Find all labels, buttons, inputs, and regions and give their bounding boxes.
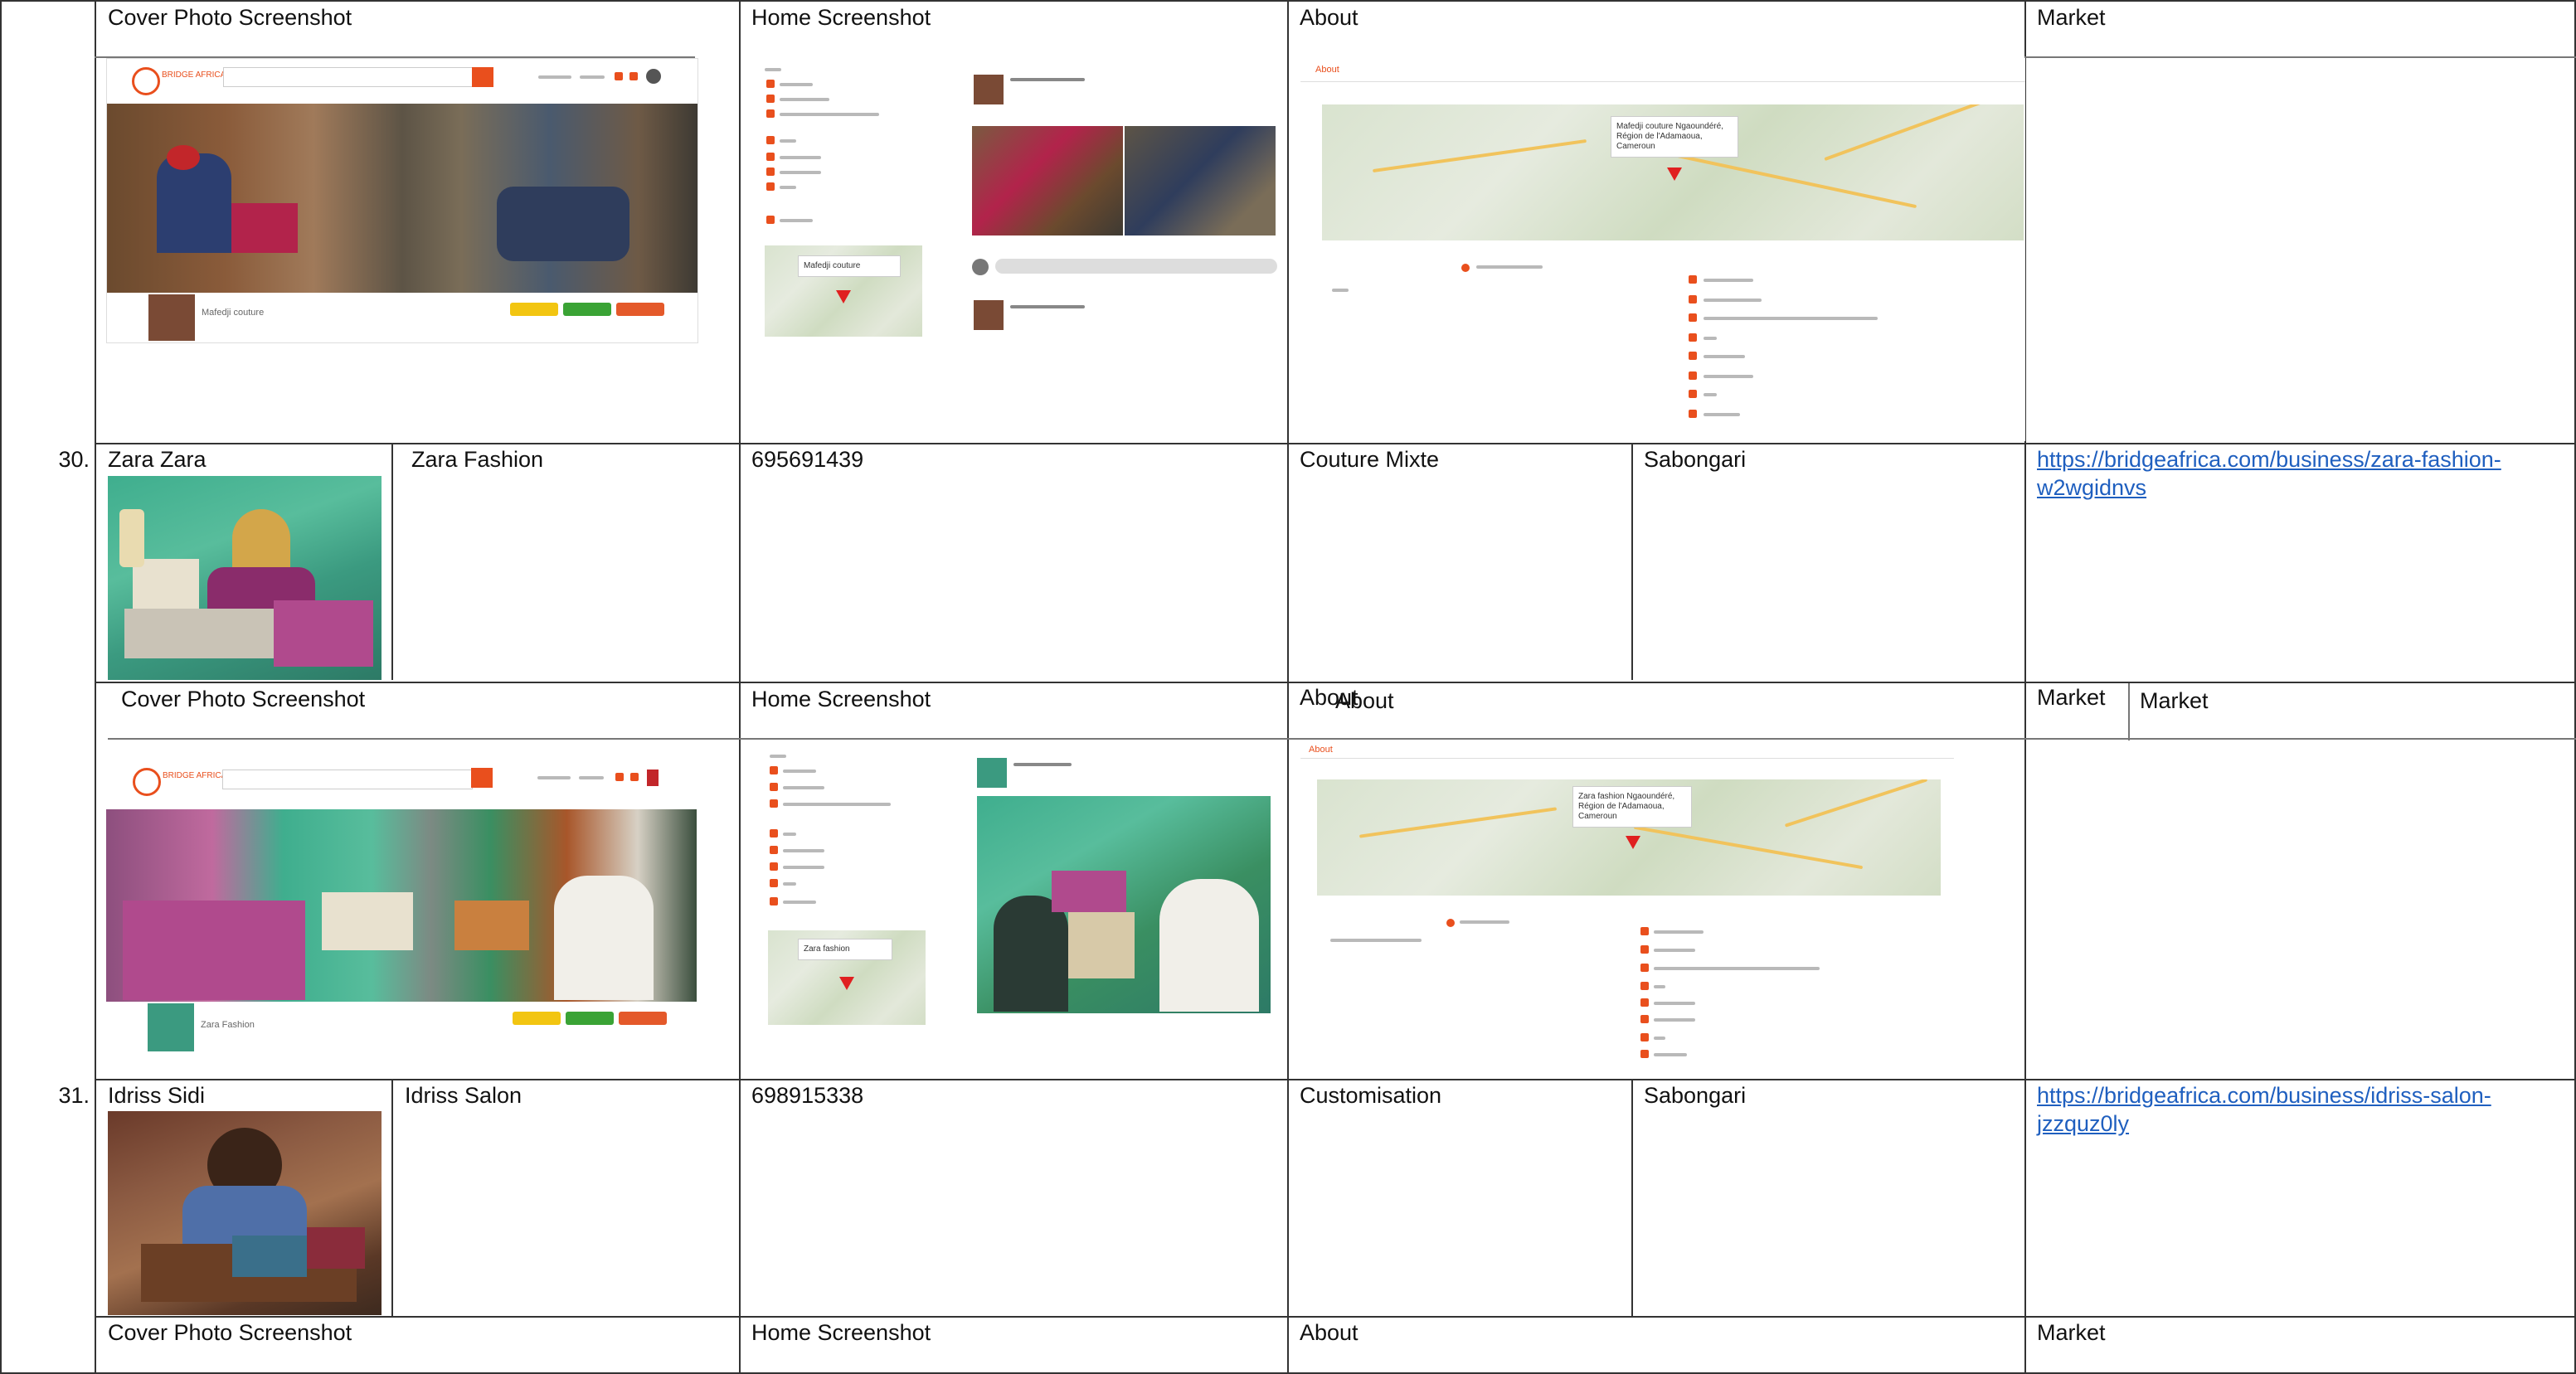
avatar [646,69,661,84]
about-label-1: About [1315,65,1339,75]
header-cover-photo: Cover Photo Screenshot [121,687,366,711]
business-location: Sabongari [1644,447,1747,472]
phone-number: 698915338 [751,1083,864,1108]
phone-number: 695691439 [751,447,864,472]
profile-picture [148,294,195,341]
search-icon [471,768,493,788]
business-profile-link[interactable]: https://bridgeafrica.com/business/idriss… [2037,1081,2535,1138]
avatar [647,770,659,786]
header-market: Market [2037,1320,2106,1345]
row-number: 30. [58,447,90,472]
header-about-duplicate: About [1335,688,1394,713]
row-number: 31. [58,1083,90,1108]
header-cover-photo: Cover Photo Screenshot [108,5,352,30]
profile-picture [148,1003,194,1051]
header-market-duplicate: Market [2140,688,2209,713]
business-name: Idriss Salon [405,1083,522,1108]
header-about: About [1300,1320,1358,1345]
owner-name: Idriss Sidi [108,1083,206,1108]
business-name-thumb-2: Zara Fashion [201,1020,255,1030]
about-screenshot-1: About Mafedji couture Ngaoundéré, Région… [1300,58,2025,441]
header-home: Home Screenshot [751,5,931,30]
about-screenshot-2: About Zara fashion Ngaoundéré, Région de… [1300,741,1954,1078]
logo-text: BRIDGE AFRICA [163,771,227,780]
header-market: Market [2037,5,2106,30]
cover-photo-tailors [107,104,697,293]
business-location: Sabongari [1644,1083,1747,1108]
logo-text: BRIDGE AFRICA [162,70,226,80]
business-name: Zara Fashion [411,447,544,472]
cover-screenshot-1: BRIDGE AFRICA Mafedji couture [106,58,698,343]
owner-name: Zara Zara [108,447,207,472]
header-home: Home Screenshot [751,1320,931,1345]
bridge-africa-logo-icon [132,67,160,95]
cover-photo-tailors-2 [106,809,697,1002]
search-icon [472,67,493,87]
owner-photo [108,476,382,680]
about-label-2: About [1309,745,1333,755]
header-home: Home Screenshot [751,687,931,711]
header-about: About [1300,5,1358,30]
search-bar [223,67,474,87]
home-screenshot-2: Zara fashion [755,750,1286,1032]
header-market: Market [2037,685,2106,710]
business-category: Customisation [1300,1083,1442,1108]
owner-photo [108,1111,382,1315]
home-screenshot-1: Mafedji couture [755,61,1286,340]
business-profile-link[interactable]: https://bridgeafrica.com/business/zara-f… [2037,445,2551,502]
business-category: Couture Mixte [1300,447,1440,472]
bridge-africa-logo-icon [133,768,161,796]
header-cover-photo: Cover Photo Screenshot [108,1320,352,1345]
cover-screenshot-2: BRIDGE AFRICA Zara Fashion [106,756,697,1055]
business-name-thumb-1: Mafedji couture [202,308,265,318]
